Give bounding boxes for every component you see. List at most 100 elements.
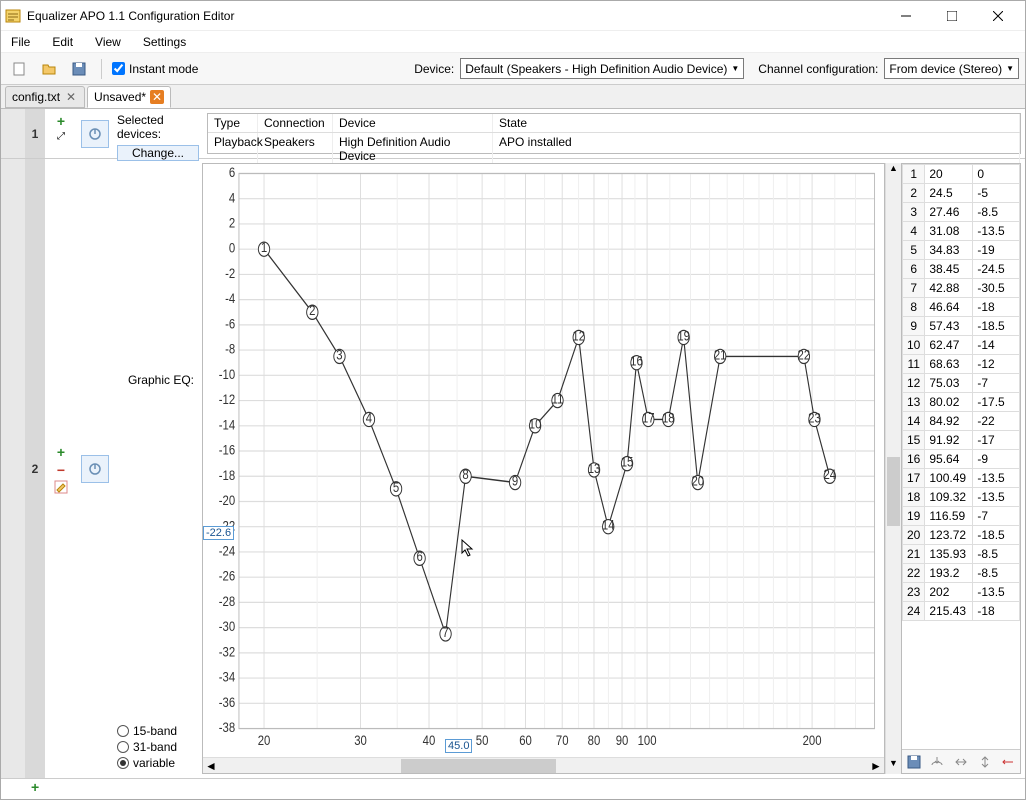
row-number-1: 1 — [25, 109, 45, 158]
window-title: Equalizer APO 1.1 Configuration Editor — [27, 9, 883, 23]
add-row-icon[interactable]: + — [31, 779, 39, 795]
horizontal-scrollbar[interactable]: ◄ ► — [203, 757, 884, 773]
close-icon[interactable]: ✕ — [150, 90, 164, 104]
table-row[interactable]: 431.08-13.5 — [903, 222, 1020, 241]
band-15-radio[interactable]: 15-band — [117, 724, 194, 738]
expand-icon[interactable]: ⤢ — [57, 131, 65, 142]
table-row[interactable]: 23202-13.5 — [903, 583, 1020, 602]
selected-devices-label: Selected devices: — [117, 113, 199, 141]
scroll-up-icon[interactable]: ▲ — [886, 163, 901, 179]
menubar: File Edit View Settings — [1, 31, 1025, 53]
svg-text:-36: -36 — [219, 694, 235, 711]
power-button[interactable] — [81, 120, 109, 148]
svg-text:-24: -24 — [219, 542, 235, 559]
svg-text:0: 0 — [229, 239, 235, 256]
menu-settings[interactable]: Settings — [139, 33, 190, 51]
vertical-scrollbar[interactable]: ▲ ▼ — [885, 163, 901, 774]
graphic-eq-label: Graphic EQ: — [117, 163, 194, 387]
svg-text:5: 5 — [393, 479, 399, 496]
tab-bar: config.txt ✕ Unsaved* ✕ — [1, 85, 1025, 109]
power-button[interactable] — [81, 455, 109, 483]
svg-text:200: 200 — [803, 732, 822, 749]
channel-value: From device (Stereo) — [889, 62, 1002, 76]
close-icon[interactable]: ✕ — [64, 90, 78, 104]
table-row[interactable]: 1591.92-17 — [903, 431, 1020, 450]
table-row[interactable]: 1275.03-7 — [903, 374, 1020, 393]
table-row[interactable]: 24215.43-18 — [903, 602, 1020, 621]
tab-unsaved[interactable]: Unsaved* ✕ — [87, 86, 171, 108]
svg-text:6: 6 — [229, 164, 235, 180]
channel-label: Channel configuration: — [758, 62, 878, 76]
close-button[interactable] — [975, 1, 1021, 31]
scroll-right-icon[interactable]: ► — [868, 759, 884, 773]
svg-text:22: 22 — [798, 346, 811, 363]
y-input[interactable]: -22.6 — [203, 526, 234, 540]
toolbar: Instant mode Device: Default (Speakers -… — [1, 53, 1025, 85]
x-input[interactable]: 45.0 — [445, 739, 472, 753]
new-file-icon[interactable] — [7, 57, 31, 81]
table-row[interactable]: 21135.93-8.5 — [903, 545, 1020, 564]
scroll-left-icon[interactable]: ◄ — [203, 759, 219, 773]
menu-file[interactable]: File — [7, 33, 34, 51]
svg-text:50: 50 — [476, 732, 489, 749]
add-icon[interactable]: + — [57, 444, 65, 460]
svg-text:2: 2 — [229, 214, 235, 231]
eq-chart[interactable]: 6420-2-4-6-8-10-12-14-16-18-20-22-24-26-… — [202, 163, 885, 774]
save-icon[interactable] — [905, 753, 923, 771]
remove-icon[interactable]: − — [57, 462, 65, 478]
minimize-button[interactable] — [883, 1, 929, 31]
chevron-down-icon: ▼ — [1006, 64, 1014, 73]
table-row[interactable]: 327.46-8.5 — [903, 203, 1020, 222]
table-row[interactable]: 19116.59-7 — [903, 507, 1020, 526]
table-row[interactable]: 638.45-24.5 — [903, 260, 1020, 279]
svg-text:9: 9 — [512, 472, 518, 489]
table-row[interactable]: 534.83-19 — [903, 241, 1020, 260]
table-row[interactable]: 1695.64-9 — [903, 450, 1020, 469]
channel-combo[interactable]: From device (Stereo) ▼ — [884, 58, 1019, 79]
titlebar: Equalizer APO 1.1 Configuration Editor — [1, 1, 1025, 31]
col-connection: Connection — [258, 114, 333, 132]
svg-text:-30: -30 — [219, 618, 235, 635]
table-row[interactable]: 17100.49-13.5 — [903, 469, 1020, 488]
add-icon[interactable]: + — [57, 113, 65, 129]
table-row[interactable]: 224.5-5 — [903, 184, 1020, 203]
table-row[interactable]: 846.64-18 — [903, 298, 1020, 317]
svg-text:3: 3 — [336, 346, 342, 363]
reset-icon[interactable] — [999, 753, 1017, 771]
svg-text:24: 24 — [823, 466, 836, 483]
svg-text:-34: -34 — [219, 668, 235, 685]
table-row[interactable]: 1380.02-17.5 — [903, 393, 1020, 412]
save-file-icon[interactable] — [67, 57, 91, 81]
svg-text:70: 70 — [556, 732, 569, 749]
scroll-down-icon[interactable]: ▼ — [886, 758, 901, 774]
table-row[interactable]: 1062.47-14 — [903, 336, 1020, 355]
table-row[interactable]: 20123.72-18.5 — [903, 526, 1020, 545]
table-row[interactable]: 1168.63-12 — [903, 355, 1020, 374]
table-row[interactable]: 1484.92-22 — [903, 412, 1020, 431]
table-row[interactable]: 957.43-18.5 — [903, 317, 1020, 336]
device-value: Default (Speakers - High Definition Audi… — [465, 62, 727, 76]
svg-text:18: 18 — [662, 409, 675, 426]
flip-h-icon[interactable] — [952, 753, 970, 771]
band-variable-radio[interactable]: variable — [117, 756, 194, 770]
tab-config[interactable]: config.txt ✕ — [5, 86, 85, 108]
band-31-radio[interactable]: 31-band — [117, 740, 194, 754]
open-file-icon[interactable] — [37, 57, 61, 81]
edit-icon[interactable] — [54, 480, 68, 497]
table-row[interactable]: 22193.2-8.5 — [903, 564, 1020, 583]
table-row[interactable]: 742.88-30.5 — [903, 279, 1020, 298]
svg-text:23: 23 — [808, 409, 821, 426]
import-icon[interactable] — [928, 753, 946, 771]
svg-text:-38: -38 — [219, 719, 235, 736]
svg-text:13: 13 — [588, 460, 601, 477]
table-row[interactable]: 1200 — [903, 165, 1020, 184]
flip-v-icon[interactable] — [976, 753, 994, 771]
menu-view[interactable]: View — [91, 33, 125, 51]
menu-edit[interactable]: Edit — [48, 33, 77, 51]
instant-mode-checkbox[interactable] — [112, 62, 125, 75]
table-row[interactable]: 18109.32-13.5 — [903, 488, 1020, 507]
device-combo[interactable]: Default (Speakers - High Definition Audi… — [460, 58, 744, 79]
maximize-button[interactable] — [929, 1, 975, 31]
instant-mode-check[interactable]: Instant mode — [112, 62, 198, 76]
instant-mode-label: Instant mode — [129, 62, 198, 76]
